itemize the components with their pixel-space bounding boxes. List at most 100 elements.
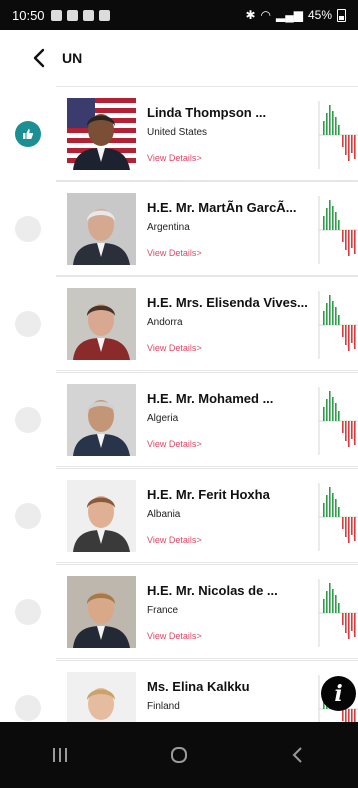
- sparkline-up-bar: [338, 220, 340, 230]
- sparkline-up-bar: [332, 301, 334, 325]
- sparkline-up-bar: [326, 399, 328, 421]
- selected-radio[interactable]: [15, 120, 41, 147]
- home-icon: [170, 747, 187, 763]
- delegate-name: H.E. Mrs. Elisenda Vives...: [147, 295, 308, 310]
- select-radio[interactable]: [15, 406, 41, 433]
- trend-sparkline: [318, 483, 358, 551]
- sparkline-up-bar: [329, 295, 331, 325]
- delegate-photo: [67, 193, 136, 265]
- back-button[interactable]: [26, 45, 52, 71]
- sparkline-up-bar: [329, 105, 331, 135]
- sparkline-down-bar: [351, 613, 353, 631]
- view-details-link[interactable]: View Details>: [147, 439, 202, 449]
- sparkline-up-bar: [323, 121, 325, 135]
- sparkline-up-bar: [326, 303, 328, 325]
- sparkline-up-bar: [323, 216, 325, 230]
- delegate-photo: [67, 672, 136, 722]
- select-radio[interactable]: [15, 598, 41, 625]
- sparkline-down-bar: [345, 613, 347, 633]
- sparkline-down-bar: [351, 517, 353, 535]
- delegate-card[interactable]: H.E. Mr. Mohamed ... Algeria View Details>: [56, 372, 358, 467]
- delegate-list[interactable]: Linda Thompson ... United States View Deta…: [0, 86, 358, 722]
- select-radio[interactable]: [15, 310, 41, 337]
- sparkline-down-bar: [345, 709, 347, 722]
- delegate-photo: [67, 384, 136, 456]
- sparkline-down-bar: [354, 135, 356, 159]
- sparkline-up-bar: [332, 397, 334, 421]
- delegate-card[interactable]: H.E. Mr. Nicolas de ... France View Detail…: [56, 564, 358, 659]
- delegate-photo-frame: [67, 288, 136, 360]
- sparkline-up-bar: [335, 117, 337, 135]
- select-radio[interactable]: [15, 215, 41, 242]
- chevron-left-icon: [33, 48, 45, 68]
- recent-apps-button[interactable]: [30, 735, 90, 775]
- sparkline-down-bar: [345, 517, 347, 537]
- delegate-name: Ms. Elina Kalkku: [147, 679, 250, 694]
- trend-sparkline-frame: [318, 194, 358, 266]
- sparkline-down-bar: [348, 325, 350, 351]
- delegate-name: H.E. Mr. Nicolas de ...: [147, 583, 278, 598]
- view-details-link[interactable]: View Details>: [147, 343, 202, 353]
- sparkline-down-bar: [351, 135, 353, 153]
- sparkline-down-bar: [345, 135, 347, 155]
- delegate-photo-frame: [67, 480, 136, 552]
- thumbs-up-icon: [23, 128, 34, 139]
- info-button[interactable]: i: [321, 676, 356, 711]
- sparkline-up-bar: [323, 407, 325, 421]
- back-nav-button[interactable]: [268, 735, 328, 775]
- sparkline-down-bar: [351, 325, 353, 343]
- sparkline-down-bar: [351, 421, 353, 439]
- view-details-link[interactable]: View Details>: [147, 153, 202, 163]
- notification-icons: [50, 9, 110, 21]
- delegate-card[interactable]: H.E. Mr. Ferit Hoxha Albania View Details>: [56, 468, 358, 563]
- delegate-country: Andorra: [147, 317, 183, 328]
- sparkline-up-bar: [338, 315, 340, 325]
- selection-cell: [0, 468, 56, 563]
- selection-cell: [0, 660, 56, 722]
- sparkline-up-bar: [338, 603, 340, 613]
- sparkline-down-bar: [348, 230, 350, 256]
- select-radio[interactable]: [15, 502, 41, 529]
- view-details-link[interactable]: View Details>: [147, 535, 202, 545]
- sparkline-down-bar: [354, 613, 356, 637]
- notification-icon: [50, 9, 62, 21]
- sparkline-up-bar: [335, 403, 337, 421]
- delegate-photo: [67, 288, 136, 360]
- sparkline-up-bar: [335, 212, 337, 230]
- trend-sparkline: [318, 101, 358, 169]
- sparkline-up-bar: [329, 487, 331, 517]
- sparkline-down-bar: [345, 230, 347, 250]
- delegate-card[interactable]: Ms. Elina KalkkuFinlandView Details>: [56, 660, 358, 722]
- recent-apps-icon: [52, 748, 67, 762]
- view-details-link[interactable]: View Details>: [147, 631, 202, 641]
- trend-sparkline-frame: [318, 289, 358, 361]
- sparkline-down-bar: [342, 421, 344, 433]
- trend-sparkline: [318, 579, 358, 647]
- back-nav-icon: [292, 747, 303, 763]
- delegate-photo: [67, 98, 136, 170]
- delegate-name: H.E. Mr. MartÃ­n GarcÃ...: [147, 200, 297, 215]
- delegate-country: United States: [147, 127, 208, 138]
- select-radio[interactable]: [15, 694, 41, 721]
- trend-sparkline-frame: [318, 99, 358, 171]
- sparkline-up-bar: [323, 599, 325, 613]
- bluetooth-icon: ✱: [245, 8, 256, 22]
- sparkline-down-bar: [354, 517, 356, 541]
- home-button[interactable]: [149, 735, 209, 775]
- sparkline-down-bar: [351, 709, 353, 722]
- sparkline-down-bar: [354, 230, 356, 254]
- delegate-card[interactable]: Linda Thompson ... United States View Deta…: [56, 86, 358, 181]
- delegate-card[interactable]: H.E. Mrs. Elisenda Vives... Andorra View D…: [56, 276, 358, 371]
- app-icon: [98, 9, 110, 21]
- view-details-link[interactable]: View Details>: [147, 248, 202, 258]
- selection-cell: [0, 181, 56, 276]
- sparkline-down-bar: [354, 325, 356, 349]
- selection-cell: [0, 86, 56, 181]
- sparkline-up-bar: [326, 208, 328, 230]
- sparkline-down-bar: [342, 135, 344, 147]
- sparkline-down-bar: [348, 613, 350, 639]
- system-nav-bar: [0, 722, 358, 788]
- delegate-card[interactable]: H.E. Mr. MartÃ­n GarcÃ... Argentina View D…: [56, 181, 358, 276]
- sparkline-up-bar: [338, 507, 340, 517]
- sparkline-up-bar: [335, 499, 337, 517]
